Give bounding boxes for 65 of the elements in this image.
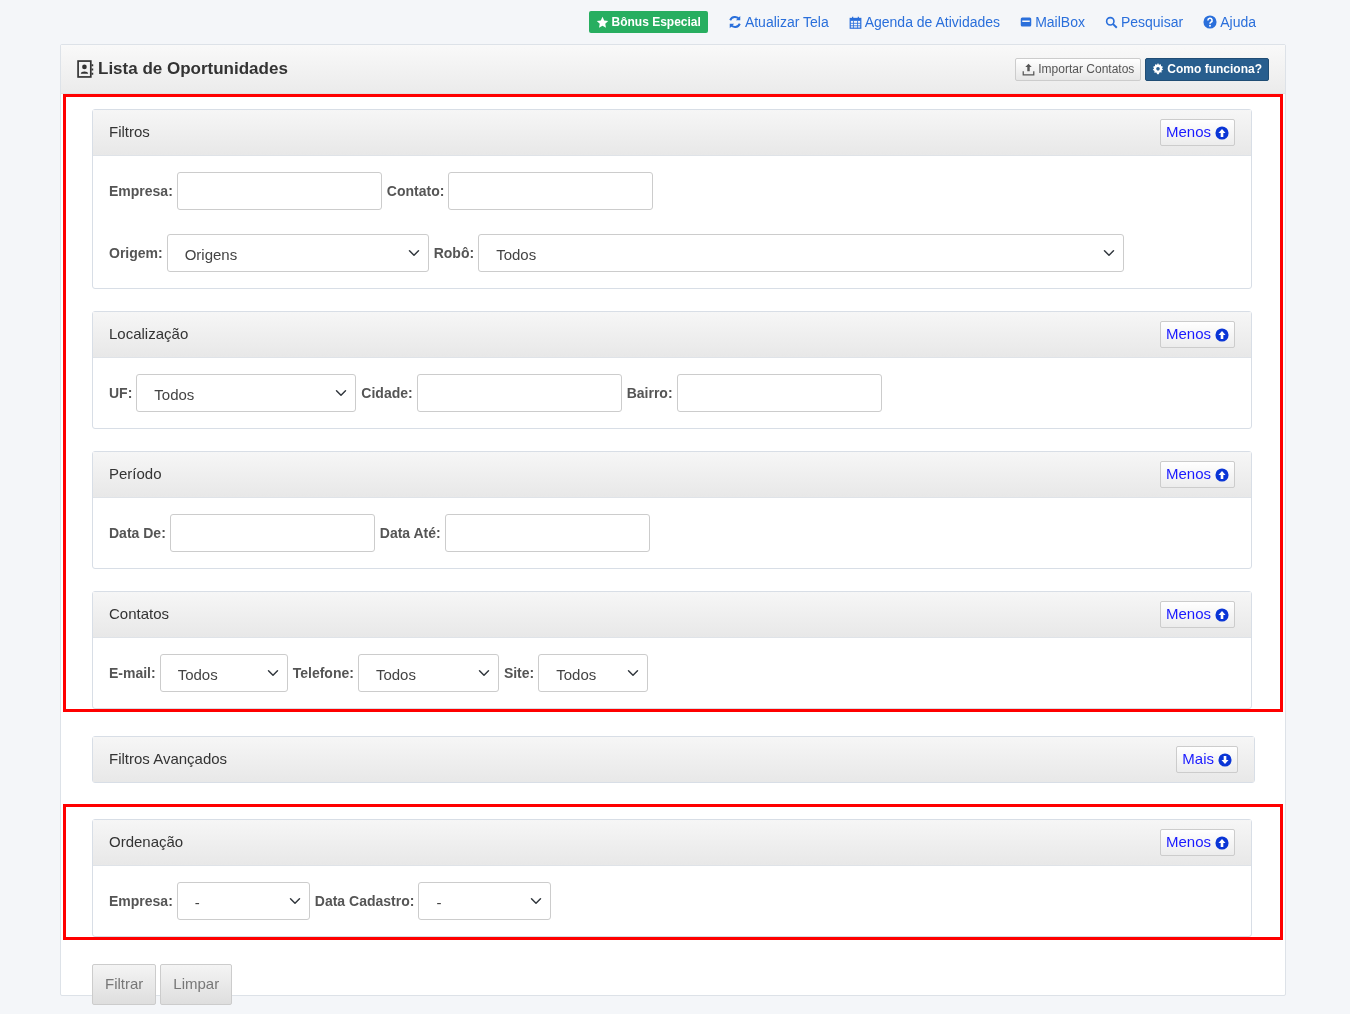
toggle-button[interactable]: Menos [1159, 829, 1235, 856]
toggle-button[interactable]: Menos [1159, 321, 1235, 348]
panel-heading: Filtros Avançados [109, 749, 228, 770]
toggle-button[interactable]: Mais [1176, 746, 1238, 773]
refresh-icon [727, 15, 742, 29]
dropdown[interactable]: Todos [538, 654, 649, 692]
text-field[interactable] [676, 374, 882, 412]
action-button[interactable]: Limpar [160, 964, 233, 1005]
field-label: Empresa: [109, 891, 173, 911]
arrow-up-circle-icon [1215, 835, 1229, 850]
dropdown[interactable]: Todos [357, 654, 499, 692]
dropdown[interactable]: - [176, 882, 310, 920]
action-button[interactable]: Filtrar [92, 964, 157, 1005]
arrow-up-circle-icon [1215, 327, 1229, 342]
field-label: E-mail: [109, 663, 156, 683]
text-field[interactable] [444, 514, 650, 552]
panel-heading: Localização [109, 324, 189, 345]
field-label: Data De: [109, 523, 166, 543]
toggle-button[interactable]: Menos [1159, 119, 1235, 146]
arrow-up-circle-icon [1215, 607, 1229, 622]
arrow-up-circle-icon [1215, 467, 1229, 482]
panel-heading: Período [109, 464, 162, 485]
arrow-up-circle-icon [1215, 125, 1229, 140]
nav-link[interactable]: MailBox [1020, 11, 1085, 33]
toggle-button[interactable]: Menos [1159, 601, 1235, 628]
nav-link[interactable]: Ajuda [1203, 11, 1256, 33]
field-label: Cidade: [361, 383, 413, 403]
field-label: Data Até: [379, 523, 441, 543]
import-button[interactable]: Importar Contatos [1015, 57, 1142, 81]
mail-icon [1020, 16, 1033, 28]
help-button[interactable]: Como funciona? [1145, 57, 1269, 81]
field-label: Origem: [109, 243, 163, 263]
toggle-button[interactable]: Menos [1159, 461, 1235, 488]
text-field[interactable] [448, 172, 654, 210]
nav-link[interactable]: Agenda de Atividades [848, 11, 1001, 33]
field-label: Data Cadastro: [314, 891, 415, 911]
calendar-icon [848, 15, 862, 29]
panel-heading: Contatos [109, 604, 170, 625]
field-label: UF: [109, 383, 133, 403]
panel-heading: Filtros [109, 122, 150, 143]
field-label: Robô: [433, 243, 475, 263]
search-icon [1104, 15, 1118, 29]
panel-heading: Ordenação [109, 832, 184, 853]
field-label: Empresa: [109, 181, 173, 201]
text-field[interactable] [416, 374, 622, 412]
field-label: Contato: [386, 181, 445, 201]
star-icon [595, 15, 609, 29]
gear-icon [1152, 63, 1165, 75]
dropdown[interactable]: Todos [136, 374, 357, 412]
field-label: Bairro: [626, 383, 673, 403]
dropdown[interactable]: Todos [478, 234, 1125, 272]
upload-icon [1022, 62, 1036, 76]
dropdown[interactable]: Todos [159, 654, 288, 692]
field-label: Site: [503, 663, 535, 683]
text-field[interactable] [176, 172, 382, 210]
nav-link[interactable]: Atualizar Tela [727, 11, 829, 33]
help-icon [1203, 15, 1218, 29]
dropdown[interactable]: Origens [166, 234, 429, 272]
nav-link[interactable]: Pesquisar [1104, 11, 1184, 33]
text-field[interactable] [169, 514, 375, 552]
contact-card-icon [77, 60, 94, 78]
panel-title: Lista de Oportunidades [98, 58, 288, 81]
arrow-down-circle-icon [1218, 752, 1232, 767]
field-label: Telefone: [292, 663, 354, 683]
dropdown[interactable]: - [418, 882, 552, 920]
